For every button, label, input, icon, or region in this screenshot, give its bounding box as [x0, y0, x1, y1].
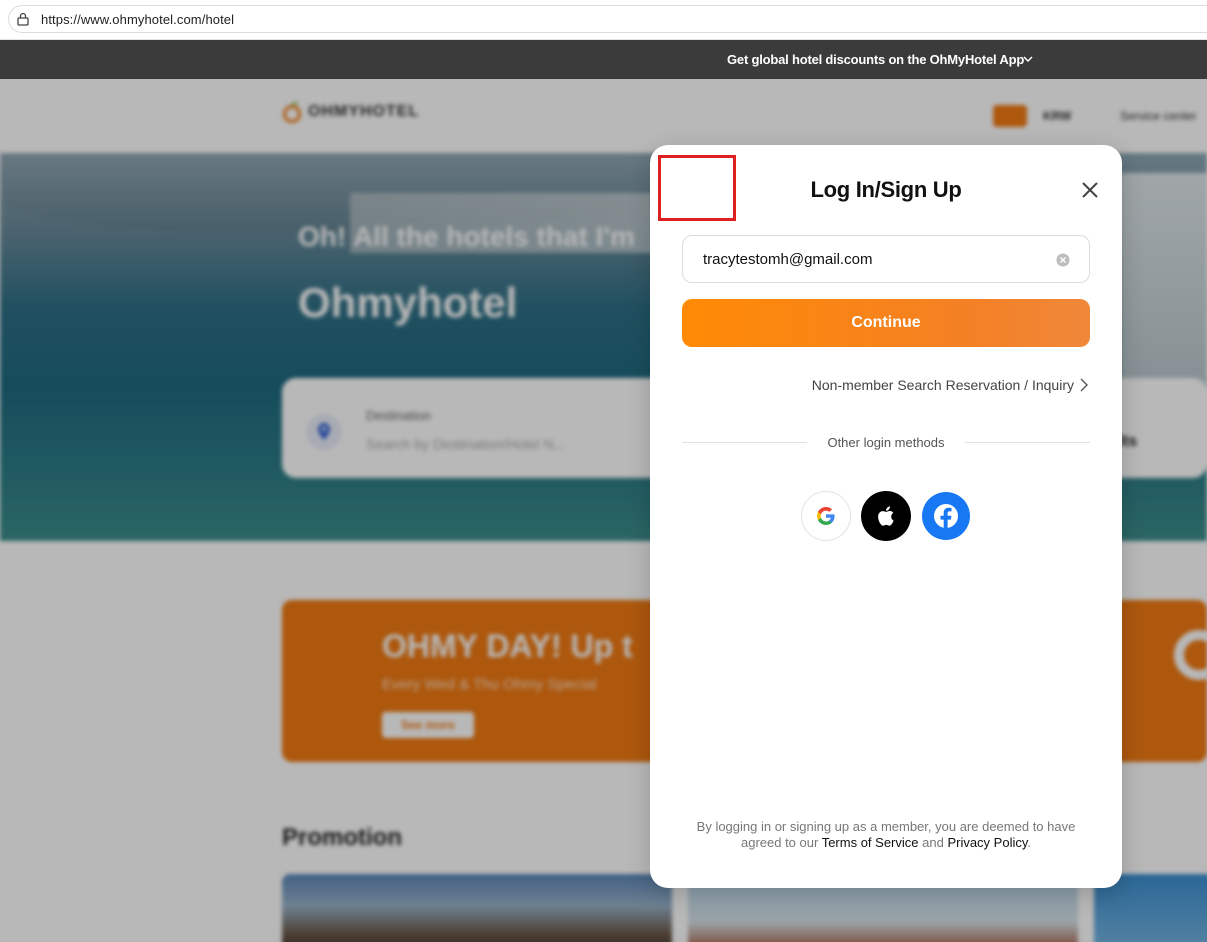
- modal-title: Log In/Sign Up: [810, 177, 962, 202]
- app-promo-bar[interactable]: Get global hotel discounts on the OhMyHo…: [0, 40, 1207, 79]
- apple-icon: [878, 506, 894, 526]
- app-promo-text: Get global hotel discounts on the OhMyHo…: [727, 52, 1025, 67]
- email-field[interactable]: [682, 235, 1090, 283]
- terms-of-service-link[interactable]: Terms of Service: [822, 835, 919, 850]
- divider-line: [965, 442, 1090, 443]
- browser-address-bar: https://www.ohmyhotel.com/hotel: [0, 0, 1207, 40]
- privacy-policy-link[interactable]: Privacy Policy: [947, 835, 1027, 850]
- facebook-login-button[interactable]: [921, 491, 971, 541]
- chevron-right-icon: [1080, 378, 1088, 392]
- lock-icon: [17, 12, 29, 26]
- apple-login-button[interactable]: [861, 491, 911, 541]
- url-text: https://www.ohmyhotel.com/hotel: [41, 12, 235, 27]
- google-icon: [817, 507, 835, 525]
- chevron-down-icon[interactable]: [1022, 53, 1034, 65]
- login-modal: Log In/Sign Up Continue Non-member Searc…: [650, 145, 1122, 888]
- other-login-divider: Other login methods: [682, 435, 1090, 451]
- facebook-icon: [922, 492, 970, 540]
- url-field[interactable]: https://www.ohmyhotel.com/hotel: [8, 5, 1207, 33]
- nonmember-inquiry-link[interactable]: Non-member Search Reservation / Inquiry: [812, 377, 1088, 393]
- continue-button[interactable]: Continue: [682, 299, 1090, 347]
- google-login-button[interactable]: [801, 491, 851, 541]
- disclaimer-period: .: [1027, 835, 1032, 850]
- disclaimer-and: and: [918, 835, 948, 850]
- email-input[interactable]: [703, 248, 1053, 270]
- clear-input-icon[interactable]: [1056, 253, 1070, 267]
- terms-disclaimer: By logging in or signing up as a member,…: [690, 819, 1082, 851]
- nonmember-inquiry-label: Non-member Search Reservation / Inquiry: [811, 377, 1074, 393]
- close-icon[interactable]: [1078, 178, 1102, 202]
